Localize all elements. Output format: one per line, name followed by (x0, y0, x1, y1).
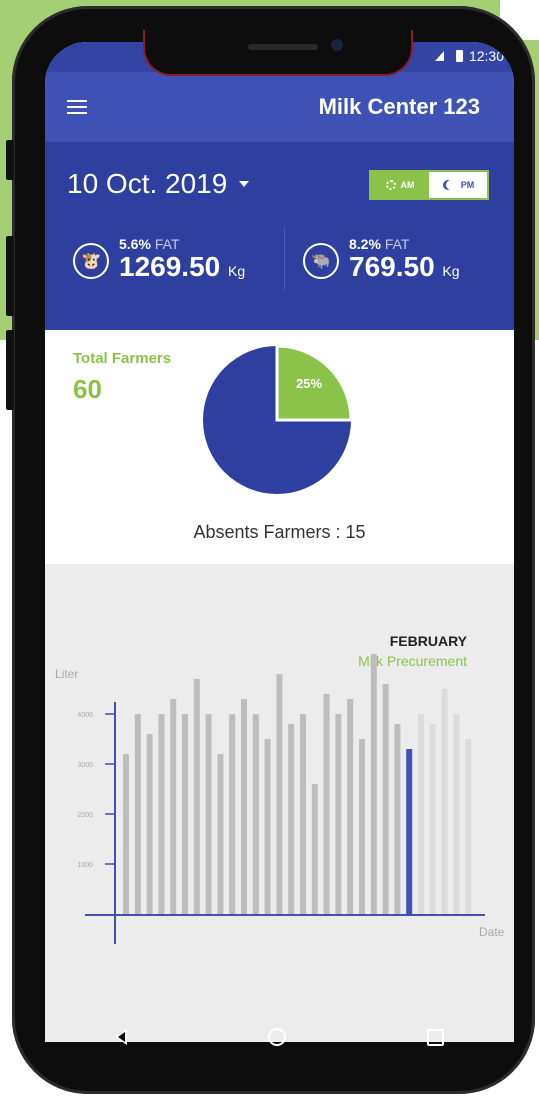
chart-bar[interactable] (134, 714, 141, 914)
date-text: 10 Oct. 2019 (67, 168, 228, 199)
y-tick-label: 1000 (77, 862, 93, 869)
chart-bar[interactable] (123, 754, 129, 914)
am-pm-toggle: AM PM (369, 170, 489, 200)
buffalo-icon: 🐃 (303, 243, 339, 279)
phone-speaker (248, 44, 318, 50)
fat-label: FAT (154, 236, 180, 252)
chart-bar[interactable] (182, 714, 188, 914)
total-farmers-value: 60 (73, 374, 102, 404)
absent-farmers-text: Absents Farmers : 15 (193, 522, 366, 542)
summary-header: 10 Oct. 2019 AM PM 🐮 5.6% FAT 1269.50 Kg… (45, 142, 514, 330)
chart-bar[interactable] (465, 739, 472, 914)
farmers-pie-chart: 25% (203, 344, 353, 494)
chart-bars (123, 654, 472, 914)
recent-apps-icon[interactable] (426, 1028, 444, 1046)
chart-bar[interactable] (146, 734, 153, 914)
y-ticks: 4000 3000 2000 1000 (77, 712, 115, 869)
am-label: AM (400, 180, 415, 190)
back-icon[interactable] (115, 1029, 128, 1045)
status-time: 12:30 (468, 48, 504, 64)
chart-bar[interactable] (300, 714, 306, 914)
moon-icon (446, 180, 456, 190)
app-screen: 12:30 Milk Center 123 10 Oct. 2019 AM PM… (45, 42, 514, 1042)
chart-bar[interactable] (429, 724, 436, 914)
cow-milk-stat: 🐮 5.6% FAT 1269.50 Kg (73, 236, 245, 286)
buffalo-milk-stat: 🐃 8.2% FAT 769.50 Kg (303, 236, 460, 286)
app-bar: Milk Center 123 (45, 72, 514, 142)
milk-chart-card: FEBRUARY Milk Precurement Liter Date 400… (45, 564, 514, 1042)
chart-bar[interactable] (252, 714, 259, 914)
y-tick-label: 3000 (77, 762, 93, 769)
date-selector[interactable]: 10 Oct. 2019 (67, 168, 250, 200)
y-tick-label: 2000 (77, 812, 93, 819)
cow-icon: 🐮 (73, 243, 109, 279)
system-navigation-bar (45, 1004, 514, 1070)
fat-percent: 5.6% (119, 236, 151, 252)
chart-bar[interactable] (205, 714, 212, 914)
weight-value: 769.50 (349, 251, 435, 282)
chart-bar[interactable] (158, 714, 165, 914)
phone-camera (331, 39, 343, 51)
divider (284, 228, 285, 290)
chart-bar[interactable] (347, 699, 354, 914)
phone-side-button (6, 236, 14, 316)
pm-toggle-button[interactable]: PM (429, 172, 487, 198)
fat-line: 5.6% FAT (119, 236, 245, 252)
y-tick-label: 4000 (77, 712, 93, 719)
weight-value: 1269.50 (119, 251, 221, 282)
chart-bar[interactable] (288, 724, 295, 914)
fat-label: FAT (384, 236, 410, 252)
chart-bar[interactable] (418, 714, 424, 914)
chart-bar[interactable] (323, 694, 330, 914)
chart-bar[interactable] (359, 739, 365, 914)
milk-procurement-chart: FEBRUARY Milk Precurement Liter Date 400… (55, 633, 505, 944)
weight-unit: Kg (228, 263, 246, 279)
chart-bar[interactable] (229, 714, 236, 914)
chart-title: FEBRUARY (390, 633, 468, 649)
phone-notch (143, 30, 413, 76)
chart-bar[interactable] (264, 739, 271, 914)
home-icon[interactable] (267, 1028, 286, 1046)
app-title: Milk Center 123 (318, 94, 480, 119)
weight-unit: Kg (442, 263, 460, 279)
chart-bar[interactable] (193, 679, 200, 914)
chart-bar[interactable] (311, 784, 318, 914)
fat-percent: 8.2% (349, 236, 381, 252)
x-axis-label: Date (479, 925, 505, 939)
pm-label: PM (460, 180, 475, 190)
highlighted-bar[interactable] (406, 749, 413, 914)
am-toggle-button[interactable]: AM (371, 172, 429, 198)
chart-bar[interactable] (441, 689, 448, 914)
signal-icon (434, 51, 444, 61)
chart-bar[interactable] (170, 699, 177, 914)
phone-side-button (6, 140, 14, 180)
chart-bar[interactable] (217, 754, 224, 914)
status-indicators: 12:30 (434, 48, 504, 64)
total-farmers-label: Total Farmers (73, 350, 172, 367)
chevron-down-icon (239, 181, 250, 187)
weight-line: 1269.50 Kg (119, 252, 245, 286)
weight-line: 769.50 Kg (349, 252, 460, 286)
phone-side-button (6, 330, 14, 410)
sun-icon (385, 180, 396, 190)
chart-bar[interactable] (394, 724, 401, 914)
chart-bar[interactable] (276, 674, 283, 914)
farmers-card: Total Farmers 60 25% Absents Farmers : 1… (45, 330, 514, 564)
chart-bar[interactable] (241, 699, 247, 914)
pie-percent-label: 25% (296, 376, 322, 391)
chart-bar[interactable] (335, 714, 342, 914)
fat-line: 8.2% FAT (349, 236, 460, 252)
chart-bar[interactable] (370, 654, 377, 914)
chart-bar[interactable] (382, 684, 389, 914)
battery-icon (455, 50, 463, 62)
chart-bar[interactable] (453, 714, 460, 914)
hamburger-icon[interactable] (67, 100, 87, 114)
y-axis-label: Liter (55, 667, 78, 681)
